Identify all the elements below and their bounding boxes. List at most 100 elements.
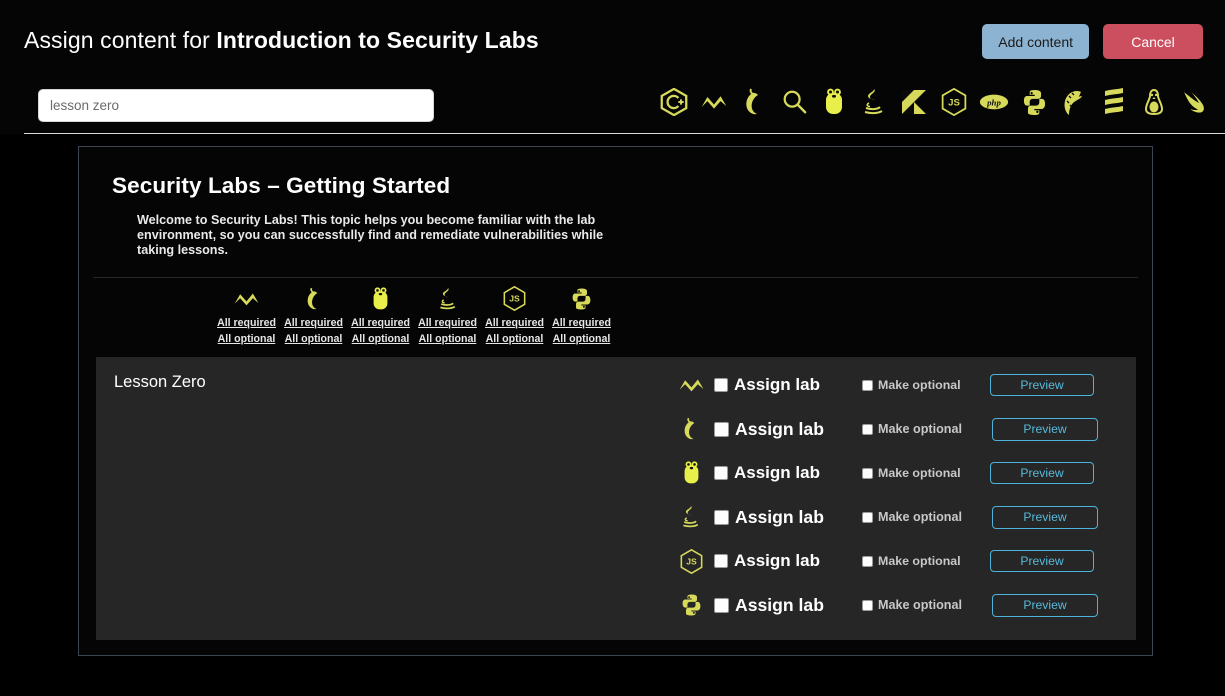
all-required-link[interactable]: All required: [485, 315, 544, 331]
python-icon[interactable]: [1019, 86, 1049, 118]
make-optional-group: Make optional: [862, 422, 982, 436]
make-optional-group: Make optional: [862, 554, 982, 568]
preview-button[interactable]: Preview: [992, 505, 1098, 529]
table-row: Assign lab Make optional Preview: [670, 407, 1120, 451]
page-title-prefix: Assign content for: [24, 27, 217, 53]
all-required-link[interactable]: All required: [418, 315, 477, 331]
svg-text:JS: JS: [686, 556, 697, 566]
table-row: JS Assign lab Make optional Preview: [670, 539, 1120, 583]
assign-lab-label: Assign lab: [735, 418, 824, 439]
lesson-panel: Lesson Zero Assign lab Make optional Pre…: [96, 357, 1136, 640]
svg-text:JS: JS: [509, 294, 520, 304]
all-optional-link[interactable]: All optional: [553, 331, 611, 347]
assign-lab-group: Assign lab: [714, 595, 862, 616]
assign-lab-checkbox[interactable]: [714, 466, 728, 480]
csharp-icon[interactable]: [659, 86, 689, 118]
bulk-column-nodejs: JS All required All optional: [481, 286, 548, 347]
assign-lab-label: Assign lab: [735, 594, 824, 615]
chili-pepper-icon: [670, 416, 712, 442]
make-optional-checkbox[interactable]: [862, 555, 873, 567]
chili-pepper-icon: [304, 286, 324, 312]
topic-card: Security Labs – Getting Started Welcome …: [78, 146, 1153, 656]
preview-button[interactable]: Preview: [990, 550, 1094, 572]
language-filter-strip: JS php: [659, 86, 1209, 118]
preview-button[interactable]: Preview: [990, 374, 1094, 396]
lesson-title: Lesson Zero: [114, 373, 206, 391]
java-icon[interactable]: [859, 86, 889, 118]
java-icon: [670, 504, 712, 530]
all-optional-link[interactable]: All optional: [352, 331, 410, 347]
preview-button[interactable]: Preview: [992, 593, 1098, 617]
make-optional-checkbox[interactable]: [862, 423, 873, 435]
make-optional-checkbox[interactable]: [862, 511, 873, 523]
bulk-column-nim: All required All optional: [213, 286, 280, 347]
all-required-link[interactable]: All required: [552, 315, 611, 331]
make-optional-label: Make optional: [878, 378, 961, 392]
cancel-button[interactable]: Cancel: [1103, 24, 1203, 59]
header-divider: [24, 133, 1225, 134]
svg-text:JS: JS: [948, 98, 960, 109]
scala-icon[interactable]: [1099, 86, 1129, 118]
assign-lab-group: Assign lab: [714, 375, 862, 395]
chili-pepper-icon[interactable]: [739, 86, 769, 118]
page-title: Assign content for Introduction to Secur…: [24, 27, 539, 54]
header-actions: Add content Cancel: [982, 24, 1203, 59]
assign-lab-label: Assign lab: [734, 375, 820, 394]
all-optional-link[interactable]: All optional: [486, 331, 544, 347]
bulk-column-go: All required All optional: [347, 286, 414, 347]
nim-icon: [233, 286, 260, 312]
search-input[interactable]: [38, 89, 434, 122]
kotlin-icon[interactable]: [899, 86, 929, 118]
all-optional-link[interactable]: All optional: [419, 331, 477, 347]
all-optional-link[interactable]: All optional: [285, 331, 343, 347]
linux-tux-icon[interactable]: [1139, 86, 1169, 118]
go-gopher-icon[interactable]: [819, 86, 849, 118]
bulk-column-pepper: All required All optional: [280, 286, 347, 347]
make-optional-label: Make optional: [878, 598, 962, 612]
assign-lab-checkbox[interactable]: [714, 597, 729, 613]
make-optional-group: Make optional: [862, 466, 982, 480]
swift-icon[interactable]: [1179, 86, 1209, 118]
all-required-link[interactable]: All required: [284, 315, 343, 331]
assign-lab-label: Assign lab: [734, 551, 820, 570]
all-required-link[interactable]: All required: [351, 315, 410, 331]
all-optional-link[interactable]: All optional: [218, 331, 276, 347]
search-field-wrapper: [38, 89, 434, 122]
python-icon: [571, 286, 592, 312]
make-optional-label: Make optional: [878, 510, 962, 524]
bulk-action-row: All required All optional All required A…: [79, 278, 1152, 347]
nodejs-icon: JS: [670, 548, 712, 574]
table-row: Assign lab Make optional Preview: [670, 451, 1120, 495]
table-row: Assign lab Make optional Preview: [670, 495, 1120, 539]
assign-lab-label: Assign lab: [734, 463, 820, 482]
nodejs-icon[interactable]: JS: [939, 86, 969, 118]
assign-lab-group: Assign lab: [714, 507, 862, 528]
assign-lab-group: Assign lab: [714, 551, 862, 571]
python-icon: [670, 593, 712, 617]
table-row: Assign lab Make optional Preview: [670, 583, 1120, 627]
make-optional-group: Make optional: [862, 598, 982, 612]
php-icon[interactable]: php: [979, 86, 1009, 118]
assign-lab-checkbox[interactable]: [714, 421, 729, 437]
topic-title: Security Labs – Getting Started: [112, 173, 451, 198]
table-row: Assign lab Make optional Preview: [670, 363, 1120, 407]
all-required-link[interactable]: All required: [217, 315, 276, 331]
add-content-button[interactable]: Add content: [982, 24, 1089, 59]
assign-lab-label: Assign lab: [735, 506, 824, 527]
assign-lab-checkbox[interactable]: [714, 509, 729, 525]
assign-lab-checkbox[interactable]: [714, 554, 728, 568]
make-optional-group: Make optional: [862, 510, 982, 524]
preview-button[interactable]: Preview: [992, 417, 1098, 441]
make-optional-checkbox[interactable]: [862, 379, 873, 391]
make-optional-label: Make optional: [878, 466, 961, 480]
assign-lab-group: Assign lab: [714, 463, 862, 483]
ruby-icon[interactable]: [1059, 86, 1089, 118]
preview-button[interactable]: Preview: [990, 462, 1094, 484]
make-optional-checkbox[interactable]: [862, 599, 873, 611]
assign-lab-checkbox[interactable]: [714, 378, 728, 392]
java-icon: [437, 286, 459, 312]
nim-icon[interactable]: [699, 86, 729, 118]
make-optional-checkbox[interactable]: [862, 467, 873, 479]
assign-lab-group: Assign lab: [714, 419, 862, 440]
magnifier-icon[interactable]: [779, 86, 809, 118]
